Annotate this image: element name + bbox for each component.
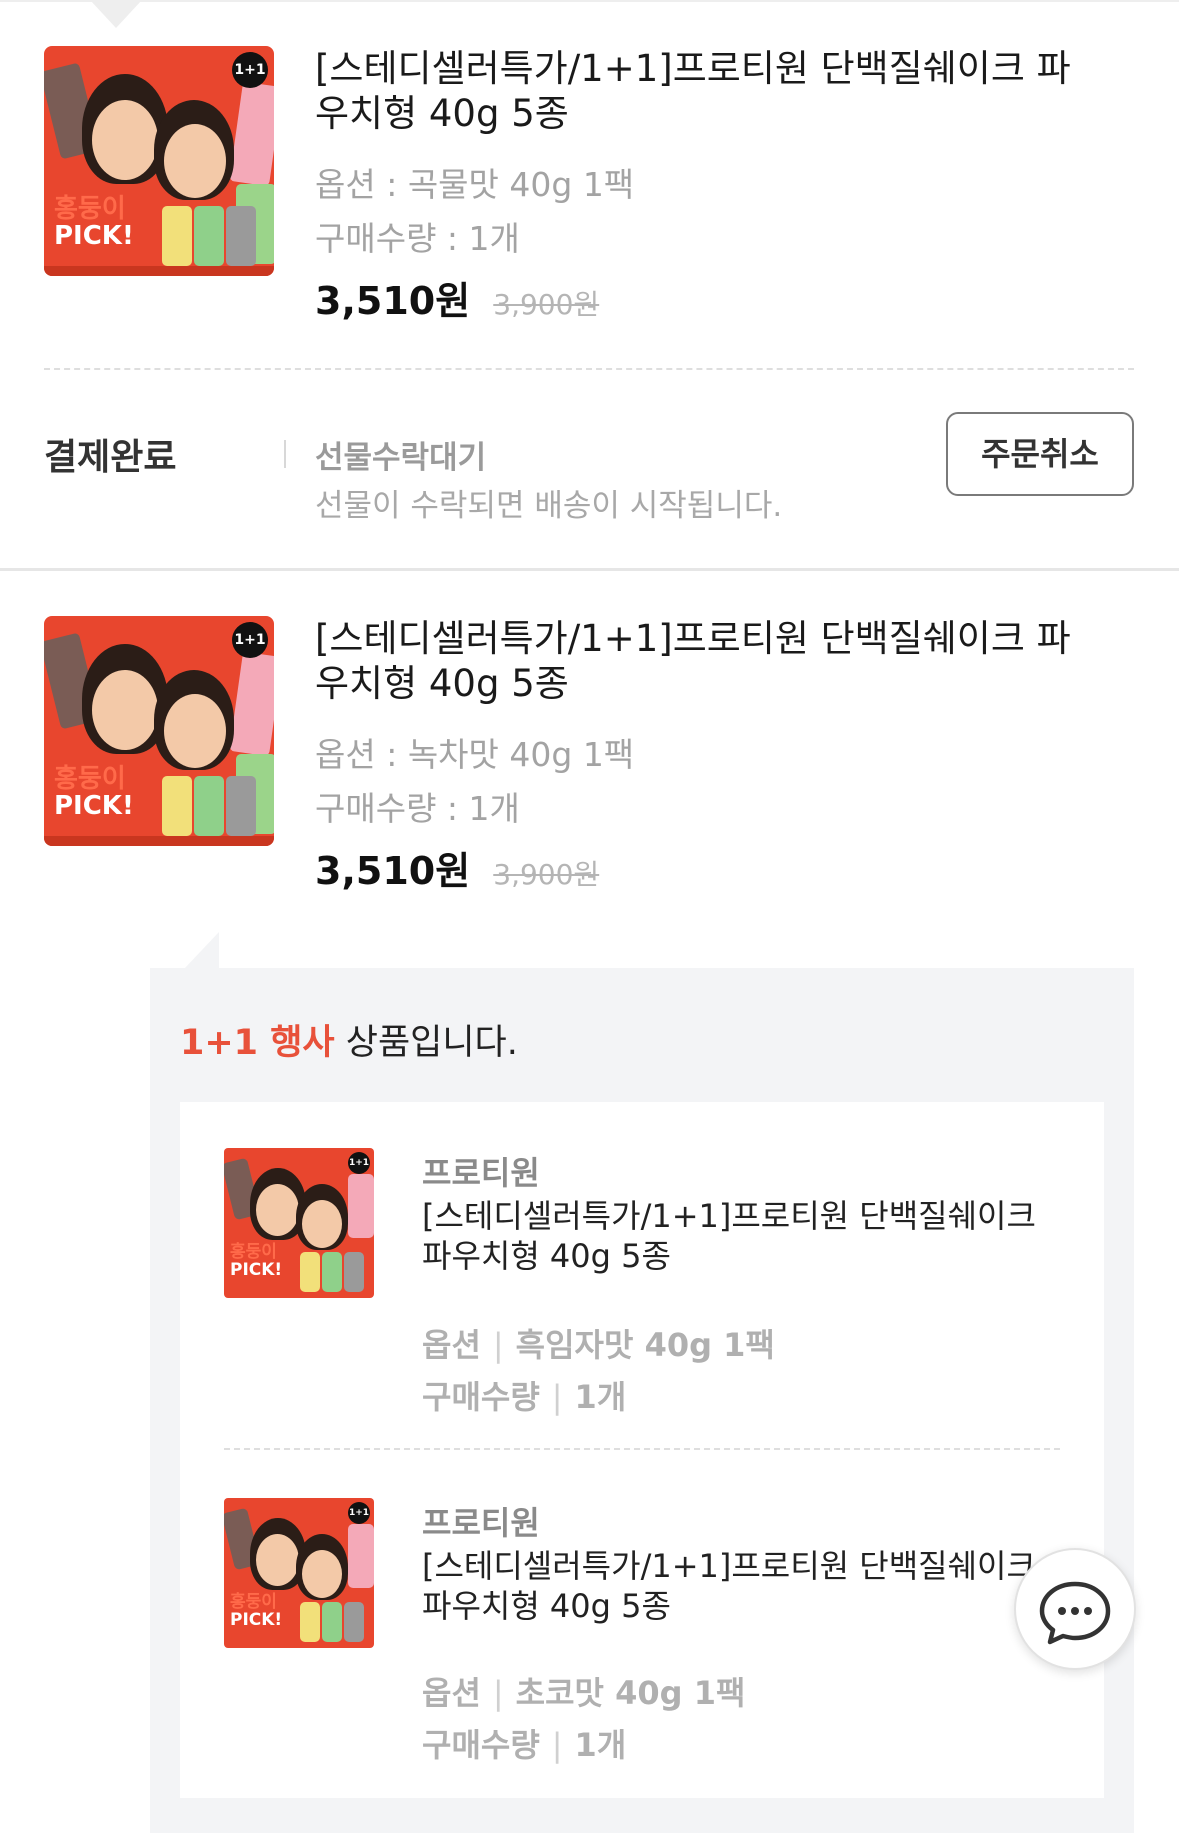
top-tail	[90, 0, 142, 28]
promo-item-brand: 프로티원	[422, 1154, 540, 1192]
divider	[44, 368, 1134, 370]
promo-item-title[interactable]: [스테디셀러특가/1+1]프로티원 단백질쉐이크 파우치형 40g 5종	[422, 1196, 1072, 1276]
sale-price: 3,510원	[315, 849, 471, 893]
promo-item-option: 옵션 | 초코맛 40g 1팩	[422, 1674, 746, 1712]
product-option: 옵션 : 녹차맛 40g 1팩	[315, 735, 635, 774]
promo-item-thumbnail[interactable]: 1+1 홍둥이 PICK!	[224, 1148, 374, 1298]
promo-item-list: 1+1 홍둥이 PICK! 프로티원 [스테디셀러특가/1+1]프로티원 단백질…	[180, 1102, 1104, 1798]
promo-badge: 1+1	[232, 622, 268, 658]
promo-item-brand: 프로티원	[422, 1504, 540, 1542]
promo-badge: 1+1	[232, 52, 268, 88]
promo-divider	[224, 1448, 1060, 1450]
top-divider	[0, 0, 1179, 2]
pick-label: 홍둥이 PICK!	[230, 1242, 283, 1280]
pick-label: 홍둥이 PICK!	[54, 764, 134, 822]
chat-bubble-icon	[1039, 1581, 1111, 1645]
product-thumbnail[interactable]: 1+1 홍둥이 PICK!	[44, 46, 274, 276]
promo-title: 1+1 행사 상품입니다.	[180, 1023, 518, 1063]
promo-item-quantity: 구매수량 | 1개	[422, 1726, 627, 1764]
chat-button[interactable]	[1014, 1548, 1136, 1670]
promo-box: 1+1 행사 상품입니다. 1+1 홍둥이 PICK! 프로티원 [스테디셀러특…	[150, 968, 1134, 1833]
product-title[interactable]: [스테디셀러특가/1+1]프로티원 단백질쉐이크 파우치형 40g 5종	[315, 616, 1075, 706]
promo-item-title[interactable]: [스테디셀러특가/1+1]프로티원 단백질쉐이크 파우치형 40g 5종	[422, 1546, 1072, 1626]
original-price: 3,900원	[493, 858, 600, 891]
promo-item-option: 옵션 | 흑임자맛 40g 1팩	[422, 1326, 775, 1364]
product-quantity: 구매수량 : 1개	[315, 219, 520, 258]
product-option: 옵션 : 곡물맛 40g 1팩	[315, 165, 635, 204]
product-thumbnail[interactable]: 1+1 홍둥이 PICK!	[44, 616, 274, 846]
payment-status: 결제완료	[44, 437, 177, 478]
promo-badge: 1+1	[348, 1152, 370, 1174]
gift-message: 선물이 수락되면 배송이 시작됩니다.	[315, 488, 783, 524]
section-divider	[0, 568, 1179, 571]
product-title[interactable]: [스테디셀러특가/1+1]프로티원 단백질쉐이크 파우치형 40g 5종	[315, 46, 1075, 136]
pick-label: 홍둥이 PICK!	[230, 1592, 283, 1630]
promo-box-tail	[185, 932, 219, 968]
status-separator	[284, 440, 286, 468]
product-quantity: 구매수량 : 1개	[315, 789, 520, 828]
cancel-order-button[interactable]: 주문취소	[946, 412, 1134, 496]
pick-label: 홍둥이 PICK!	[54, 194, 134, 252]
promo-badge: 1+1	[348, 1502, 370, 1524]
gift-status: 선물수락대기	[315, 440, 487, 476]
promo-item-thumbnail[interactable]: 1+1 홍둥이 PICK!	[224, 1498, 374, 1648]
original-price: 3,900원	[493, 288, 600, 321]
promo-item-quantity: 구매수량 | 1개	[422, 1378, 627, 1416]
sale-price: 3,510원	[315, 279, 471, 323]
